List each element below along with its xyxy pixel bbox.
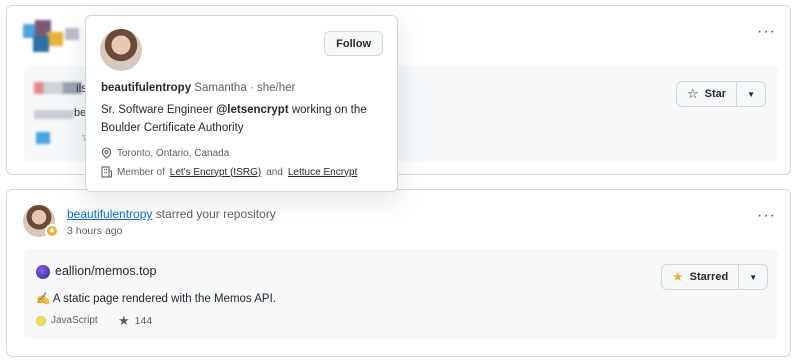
repo-box: eallion/memos.top ✍️ A static page rende… (24, 249, 778, 339)
star-count-icon: ★ (118, 313, 130, 328)
member-and: and (266, 166, 283, 178)
hovercard-member-row: Member of Let's Encrypt (ISRG) and Lettu… (101, 166, 357, 178)
bio-org-mention[interactable]: @letsencrypt (216, 104, 289, 116)
hovercard-pronouns: she/her (256, 82, 296, 94)
star-label: Star (704, 88, 727, 100)
org-link-lettuce-encrypt[interactable]: Lettuce Encrypt (288, 167, 357, 178)
location-pin-icon (101, 147, 112, 159)
hovercard-location: Toronto, Ontario, Canada (117, 147, 230, 159)
language-name: JavaScript (51, 315, 98, 326)
star-dropdown-button[interactable]: ▼ (737, 82, 765, 106)
hovercard-name-line: beautifulentropy Samantha · she/her (101, 82, 296, 94)
feed-card-starred: ··· ★ beautifulentropy starred your repo… (6, 189, 791, 357)
hovercard-avatar[interactable] (100, 29, 142, 71)
more-options-icon[interactable]: ··· (757, 24, 776, 40)
star-outline-icon: ☆ (687, 86, 699, 101)
hovercard-fullname: Samantha (194, 82, 247, 94)
pixelated-repo-name (34, 82, 82, 94)
bio-suffix: working on the (291, 104, 367, 116)
event-title: beautifulentropy starred your repository (67, 207, 276, 221)
bio-line2: Boulder Certificate Authority (101, 121, 244, 134)
starred-dropdown-button[interactable]: ▼ (739, 265, 767, 289)
star-button-group: ☆ Star ▼ (676, 81, 767, 107)
bio-prefix: Sr. Software Engineer (101, 104, 213, 116)
pixelated-language (36, 132, 50, 144)
repo-owner-avatar[interactable] (36, 265, 50, 279)
caret-down-icon: ▼ (747, 89, 756, 99)
repo-description: ✍️ A static page rendered with the Memos… (36, 293, 276, 305)
star-filled-icon: ★ (672, 269, 684, 284)
repo-language: JavaScript (36, 315, 98, 326)
caret-down-icon: ▼ (749, 272, 758, 282)
pixelated-description (34, 110, 74, 119)
star-badge-icon: ★ (45, 224, 59, 238)
follow-button[interactable]: Follow (324, 31, 383, 56)
repo-name-link[interactable]: eallion/memos.top (55, 264, 156, 278)
more-options-icon[interactable]: ··· (757, 208, 776, 224)
starred-button[interactable]: ★ Starred (662, 265, 740, 289)
actor-link[interactable]: beautifulentropy (67, 207, 152, 221)
star-button[interactable]: ☆ Star (677, 82, 738, 106)
hovercard-bio: Sr. Software Engineer @letsencrypt worki… (101, 102, 391, 138)
language-color-dot (36, 315, 46, 326)
hovercard-username[interactable]: beautifulentropy (101, 82, 191, 94)
pixelated-avatar (23, 20, 85, 60)
user-hovercard: Follow beautifulentropy Samantha · she/h… (85, 15, 398, 192)
org-link-lets-encrypt[interactable]: Let's Encrypt (ISRG) (170, 167, 261, 178)
event-time: 3 hours ago (67, 225, 123, 237)
hovercard-location-row: Toronto, Ontario, Canada (101, 147, 229, 159)
repo-stars[interactable]: ★ 144 (118, 313, 152, 329)
event-action: starred your repository (155, 207, 276, 221)
member-prefix: Member of (117, 166, 165, 178)
star-count: 144 (134, 315, 153, 327)
organization-icon (101, 166, 112, 178)
starred-button-group: ★ Starred ▼ (661, 264, 769, 290)
starred-label: Starred (689, 271, 729, 283)
